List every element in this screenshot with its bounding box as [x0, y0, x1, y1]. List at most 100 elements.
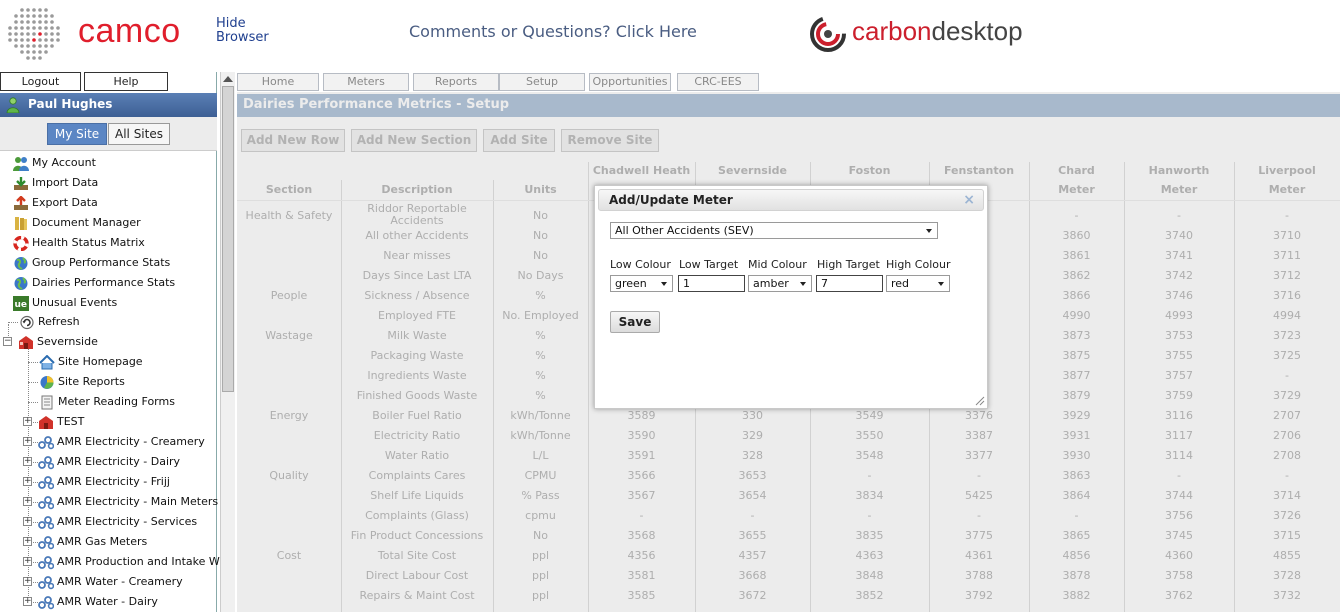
- logo-dot: [14, 44, 18, 48]
- meter-select[interactable]: All Other Accidents (SEV): [610, 222, 938, 239]
- high-colour-value: red: [891, 277, 910, 290]
- tree-label: Site Homepage: [58, 355, 143, 368]
- meter-group-icon: [38, 536, 54, 550]
- expand-toggle[interactable]: +: [23, 537, 32, 546]
- help-button[interactable]: Help: [84, 72, 168, 91]
- all-sites-button[interactable]: All Sites: [108, 123, 170, 145]
- expand-toggle[interactable]: +: [23, 597, 32, 606]
- svg-text:ue: ue: [15, 300, 28, 310]
- tree-label: Refresh: [38, 315, 80, 328]
- tree-line: [28, 382, 38, 383]
- logo-dot: [32, 32, 36, 36]
- save-button[interactable]: Save: [610, 311, 660, 333]
- close-icon[interactable]: ×: [963, 190, 975, 210]
- logo-dot: [38, 56, 42, 60]
- user-bar: Paul Hughes: [0, 93, 217, 117]
- logo-dot: [56, 38, 60, 42]
- logo-dot: [50, 32, 54, 36]
- ue-icon: ue: [13, 296, 29, 311]
- logo-dot: [20, 44, 24, 48]
- logo-dot: [38, 26, 42, 30]
- add-update-meter-dialog: Add/Update Meter × All Other Accidents (…: [594, 185, 988, 409]
- meter-group-icon: [38, 516, 54, 530]
- globe-icon: [14, 277, 28, 290]
- logo-dot: [32, 50, 36, 54]
- logo-dot: [44, 26, 48, 30]
- expand-toggle[interactable]: +: [23, 557, 32, 566]
- logo-dot: [50, 20, 54, 24]
- browser-scrollbar[interactable]: [220, 72, 235, 612]
- mid-colour-select[interactable]: amber: [748, 275, 812, 292]
- tree-label: AMR Production and Intake WIP: [57, 555, 230, 568]
- expand-toggle[interactable]: +: [23, 417, 32, 426]
- logo-dot: [26, 50, 30, 54]
- logo-dot: [44, 38, 48, 42]
- tab-setup[interactable]: Setup: [499, 73, 585, 91]
- logo-dot: [20, 8, 24, 12]
- expand-toggle[interactable]: +: [23, 577, 32, 586]
- low-colour-value: green: [615, 277, 647, 290]
- logo-dot: [26, 44, 30, 48]
- logo-dot: [20, 20, 24, 24]
- logo-dot: [44, 50, 48, 54]
- scroll-up-arrow-icon[interactable]: [223, 76, 233, 82]
- sidebar: Logout Help Paul Hughes My Site All Site…: [0, 72, 230, 612]
- logo-dot: [14, 32, 18, 36]
- chevron-down-icon: [926, 229, 932, 233]
- tab-reports[interactable]: Reports: [413, 73, 499, 91]
- form-icon: [41, 395, 53, 410]
- scroll-thumb[interactable]: [222, 86, 234, 392]
- high-colour-label: High Colour: [886, 258, 951, 271]
- logo-dot: [26, 14, 30, 18]
- menu-label: Dairies Performance Stats: [32, 276, 176, 289]
- logo-dot: [8, 32, 12, 36]
- logo-dot: [14, 38, 18, 42]
- books-icon: [15, 217, 27, 230]
- logout-button[interactable]: Logout: [0, 72, 81, 91]
- comments-link[interactable]: Comments or Questions? Click Here: [409, 22, 697, 41]
- logo-dot: [44, 32, 48, 36]
- hide-browser-link[interactable]: Hide Browser: [216, 17, 269, 45]
- tree-label: AMR Electricity - Creamery: [57, 435, 205, 448]
- logo-dot: [32, 14, 36, 18]
- logo-dot: [26, 32, 30, 36]
- tab-opportunities[interactable]: Opportunities: [589, 73, 671, 91]
- carbon-text: carbon: [852, 16, 932, 46]
- logo-dot: [26, 56, 30, 60]
- meter-group-icon: [38, 596, 54, 610]
- tree-label: Site Reports: [58, 375, 125, 388]
- expand-toggle[interactable]: +: [23, 437, 32, 446]
- expand-toggle[interactable]: +: [23, 517, 32, 526]
- expand-toggle[interactable]: +: [23, 497, 32, 506]
- tree-label: Severnside: [37, 335, 98, 348]
- tab-meters[interactable]: Meters: [323, 73, 409, 91]
- expand-toggle[interactable]: +: [23, 477, 32, 486]
- high-target-input[interactable]: 7: [816, 275, 883, 292]
- low-colour-select[interactable]: green: [610, 275, 673, 292]
- collapse-toggle[interactable]: −: [3, 337, 12, 346]
- low-target-input[interactable]: 1: [678, 275, 745, 292]
- logo-dot: [50, 26, 54, 30]
- mid-colour-value: amber: [753, 277, 789, 290]
- tab-home[interactable]: Home: [237, 73, 319, 91]
- logo-dot: [50, 14, 54, 18]
- logo-dot: [20, 26, 24, 30]
- user-name: Paul Hughes: [28, 97, 113, 111]
- logo-dot: [38, 14, 42, 18]
- resize-grip-icon[interactable]: [975, 396, 985, 406]
- high-colour-select[interactable]: red: [886, 275, 950, 292]
- logo-dot: [32, 20, 36, 24]
- logo-dot: [38, 38, 42, 42]
- logo-dot: [14, 14, 18, 18]
- tree-line: [28, 402, 38, 403]
- my-site-button[interactable]: My Site: [47, 123, 107, 145]
- chevron-down-icon: [800, 282, 806, 286]
- tree-label: AMR Electricity - Main Meters: [57, 495, 219, 508]
- tab-crc-ees[interactable]: CRC-EES: [677, 73, 759, 91]
- meter-group-icon: [38, 576, 54, 590]
- logo-dot: [44, 14, 48, 18]
- expand-toggle[interactable]: +: [23, 457, 32, 466]
- camco-brand: camco: [78, 12, 181, 50]
- home-icon: [39, 355, 55, 370]
- meter-group-icon: [38, 556, 54, 570]
